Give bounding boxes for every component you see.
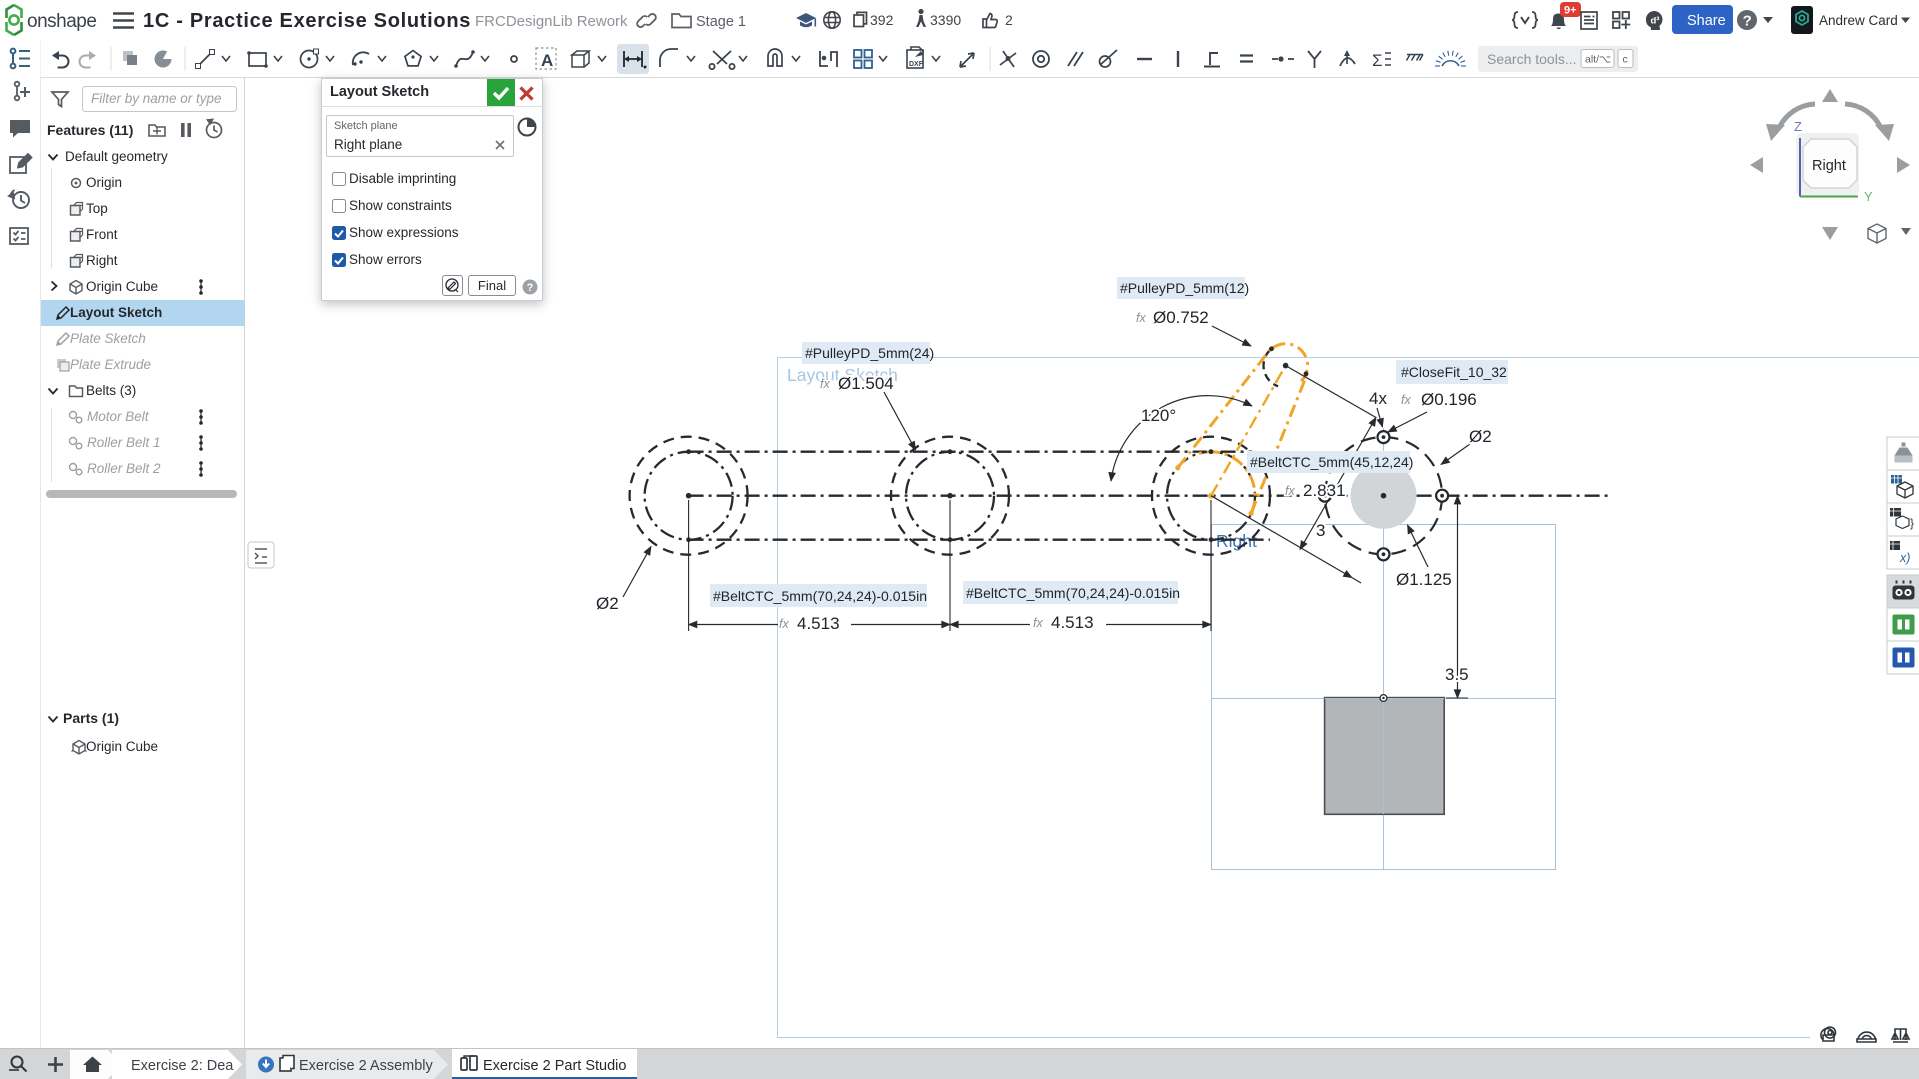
svg-text:Ø2: Ø2 [1469, 427, 1492, 446]
svg-text:3390: 3390 [930, 12, 961, 28]
svg-text:DXF: DXF [909, 61, 924, 68]
svg-text:Features (11): Features (11) [47, 122, 133, 138]
svg-text:fx: fx [779, 617, 789, 631]
svg-text:Ø1.125: Ø1.125 [1396, 570, 1452, 589]
svg-text:Ø2: Ø2 [596, 594, 619, 613]
svg-text:Stage 1: Stage 1 [696, 14, 746, 30]
svg-text:Exercise 2 Assembly: Exercise 2 Assembly [299, 1058, 434, 1074]
svg-text:1C - Practice Exercise Solutio: 1C - Practice Exercise Solutions [143, 10, 471, 32]
svg-text:3.5: 3.5 [1445, 665, 1469, 684]
svg-text:fx: fx [820, 377, 830, 391]
svg-text:alt/⌥: alt/⌥ [1585, 54, 1611, 66]
svg-text:4.513: 4.513 [1051, 613, 1094, 632]
svg-text:FRCDesignLib Rework: FRCDesignLib Rework [475, 13, 628, 30]
svg-text:Ø1.504: Ø1.504 [838, 374, 894, 393]
svg-text:fx: fx [1033, 616, 1043, 630]
svg-text:d³: d³ [1651, 16, 1660, 27]
svg-text:392: 392 [870, 12, 894, 28]
svg-text:Search tools...: Search tools... [1487, 51, 1577, 67]
svg-text:?: ? [527, 282, 534, 294]
svg-text:Right: Right [1216, 531, 1257, 551]
svg-text:#BeltCTC_5mm(70,24,24)-0.015in: #BeltCTC_5mm(70,24,24)-0.015in [713, 588, 927, 604]
svg-text:fx: fx [1285, 484, 1295, 498]
svg-text:#PulleyPD_5mm(12): #PulleyPD_5mm(12) [1120, 280, 1249, 296]
svg-text:3: 3 [1316, 521, 1325, 540]
svg-text:#BeltCTC_5mm(70,24,24)-0.015in: #BeltCTC_5mm(70,24,24)-0.015in [966, 585, 1180, 601]
svg-text:Ø0.196: Ø0.196 [1421, 390, 1477, 409]
svg-text:Exercise 2 Part Studio: Exercise 2 Part Studio [483, 1058, 626, 1074]
svg-text:?: ? [1743, 13, 1752, 30]
svg-text:Ø0.752: Ø0.752 [1153, 308, 1209, 327]
svg-text:2: 2 [1005, 12, 1013, 28]
svg-text:#PulleyPD_5mm(24): #PulleyPD_5mm(24) [805, 345, 934, 361]
svg-text:#CloseFit_10_32: #CloseFit_10_32 [1401, 364, 1507, 380]
svg-text:Andrew Card: Andrew Card [1819, 13, 1898, 28]
svg-text:Σ: Σ [1372, 51, 1383, 70]
svg-text:A: A [541, 51, 553, 70]
svg-text:120°: 120° [1141, 406, 1176, 425]
svg-text:4x: 4x [1369, 389, 1387, 408]
svg-text:c: c [1623, 54, 1628, 66]
svg-text:Exercise 2: Dea: Exercise 2: Dea [131, 1058, 234, 1074]
svg-text:Share: Share [1687, 13, 1726, 29]
svg-text:onshape: onshape [27, 11, 96, 32]
svg-text:fx: fx [1401, 393, 1411, 407]
svg-text:Filter by name or type: Filter by name or type [91, 91, 222, 106]
svg-text:9+: 9+ [1564, 5, 1577, 17]
svg-text:fx: fx [1136, 311, 1146, 325]
svg-text:#BeltCTC_5mm(45,12,24): #BeltCTC_5mm(45,12,24) [1250, 454, 1413, 470]
svg-text:4.513: 4.513 [797, 614, 840, 633]
svg-text:2.831: 2.831 [1303, 481, 1346, 500]
